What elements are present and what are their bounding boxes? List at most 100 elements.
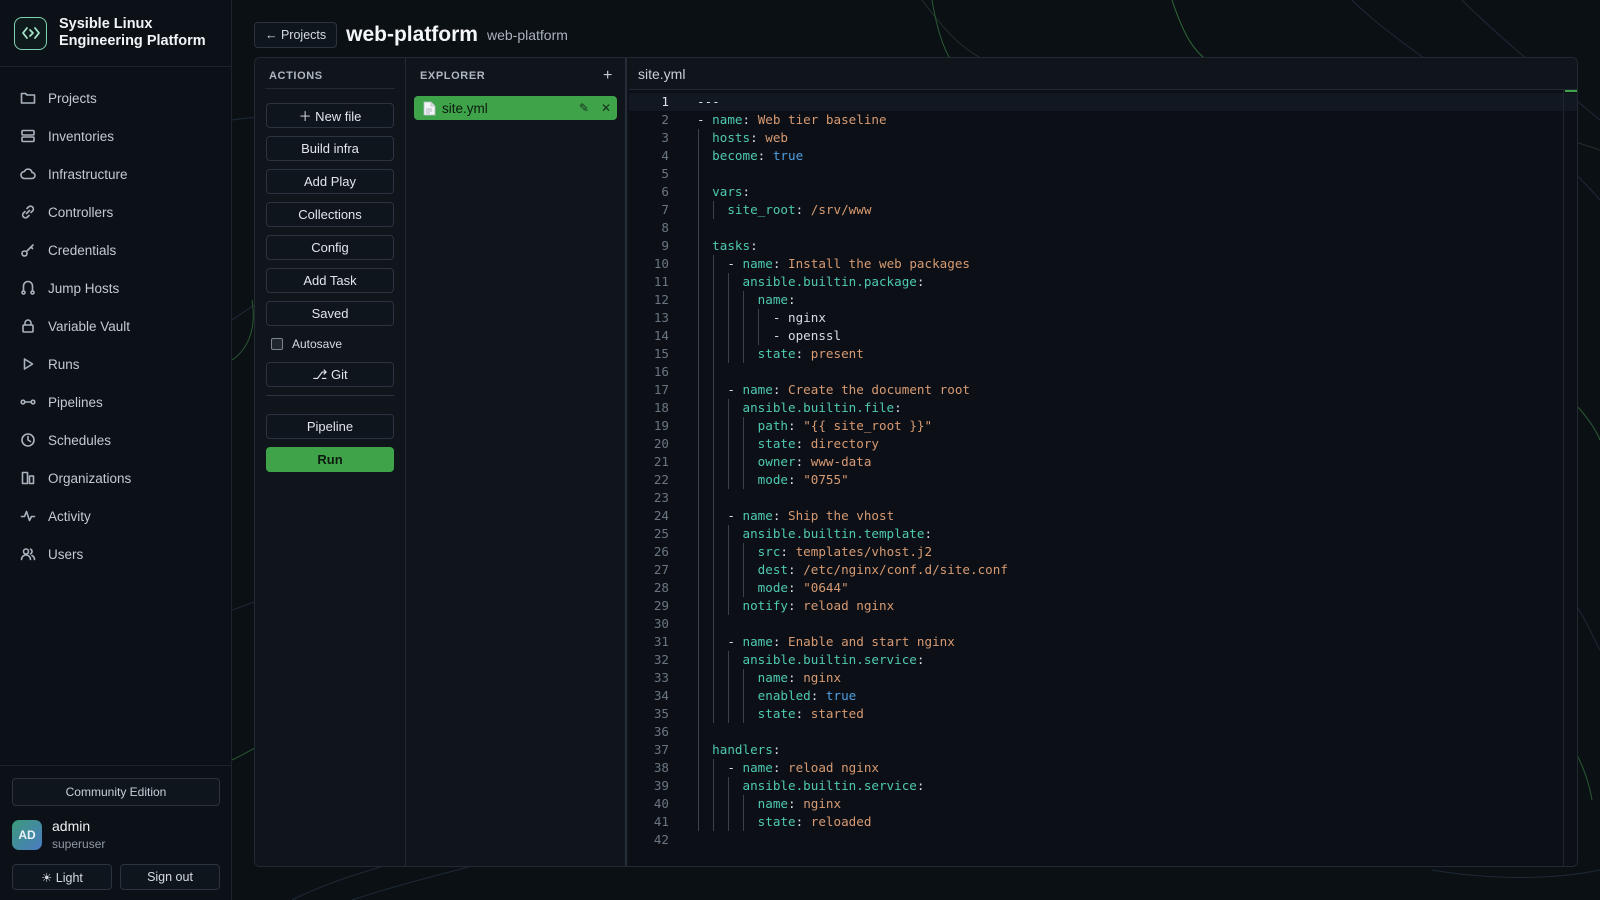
- code-line[interactable]: 32 ansible.builtin.service:: [629, 651, 1577, 669]
- code-line[interactable]: 28 mode: "0644": [629, 579, 1577, 597]
- code-line[interactable]: 8: [629, 219, 1577, 237]
- brand-title: Sysible Linux Engineering Platform: [59, 16, 206, 49]
- code-line[interactable]: 4 become: true: [629, 147, 1577, 165]
- code-line[interactable]: 9 tasks:: [629, 237, 1577, 255]
- line-number: 25: [653, 526, 669, 541]
- nav-item-pipelines[interactable]: Pipelines: [0, 383, 231, 421]
- code-line[interactable]: 17 - name: Create the document root: [629, 381, 1577, 399]
- close-file-icon[interactable]: ✕: [595, 101, 617, 115]
- autosave-checkbox[interactable]: [271, 338, 283, 350]
- indent-guide: [727, 561, 729, 579]
- code-line[interactable]: 15 state: present: [629, 345, 1577, 363]
- nav-item-credentials[interactable]: Credentials: [0, 231, 231, 269]
- code-line[interactable]: 6 vars:: [629, 183, 1577, 201]
- line-number: 33: [653, 670, 669, 685]
- code-line[interactable]: 5: [629, 165, 1577, 183]
- line-number: 22: [653, 472, 669, 487]
- indent-guide: [697, 327, 699, 345]
- code-line[interactable]: 14 - openssl: [629, 327, 1577, 345]
- nav-item-runs[interactable]: Runs: [0, 345, 231, 383]
- git-button[interactable]: ⎇ Git: [266, 362, 394, 387]
- code-line[interactable]: 16: [629, 363, 1577, 381]
- add-file-icon[interactable]: +: [603, 68, 613, 89]
- editor-tab[interactable]: site.yml: [629, 58, 1577, 90]
- nav-item-jump-hosts[interactable]: Jump Hosts: [0, 269, 231, 307]
- code-line[interactable]: 3 hosts: web: [629, 129, 1577, 147]
- code-line[interactable]: 1 ---: [629, 93, 1577, 111]
- indent-guide: [697, 255, 699, 273]
- code-line[interactable]: 25 ansible.builtin.template:: [629, 525, 1577, 543]
- code-line[interactable]: 21 owner: www-data: [629, 453, 1577, 471]
- nav-item-controllers[interactable]: Controllers: [0, 193, 231, 231]
- config-button[interactable]: Config: [266, 235, 394, 260]
- code-line[interactable]: 30: [629, 615, 1577, 633]
- code-line[interactable]: 42: [629, 831, 1577, 849]
- build-infra-button[interactable]: Build infra: [266, 136, 394, 161]
- code-line[interactable]: 37 handlers:: [629, 741, 1577, 759]
- code-line[interactable]: 18 ansible.builtin.file:: [629, 399, 1577, 417]
- code-line[interactable]: 13 - nginx: [629, 309, 1577, 327]
- indent-guide: [727, 579, 729, 597]
- add-task-button[interactable]: Add Task: [266, 268, 394, 293]
- code-line[interactable]: 24 - name: Ship the vhost: [629, 507, 1577, 525]
- nav-label: Credentials: [48, 242, 117, 258]
- code-line[interactable]: 23: [629, 489, 1577, 507]
- code-line[interactable]: 19 path: "{{ site_root }}": [629, 417, 1577, 435]
- code-line[interactable]: 29 notify: reload nginx: [629, 597, 1577, 615]
- code-line[interactable]: 11 ansible.builtin.package:: [629, 273, 1577, 291]
- sign-out-button[interactable]: Sign out: [120, 864, 220, 890]
- code-line[interactable]: 36: [629, 723, 1577, 741]
- actions-heading: ACTIONS: [265, 58, 395, 89]
- indent-guide: [697, 183, 699, 201]
- scroll-position-marker[interactable]: [1565, 90, 1577, 92]
- editor-scrollbar[interactable]: [1563, 90, 1577, 866]
- code-line[interactable]: 34 enabled: true: [629, 687, 1577, 705]
- nav-item-activity[interactable]: Activity: [0, 497, 231, 535]
- link-icon: [21, 205, 35, 219]
- nav-item-inventories[interactable]: Inventories: [0, 117, 231, 155]
- code-line[interactable]: 10 - name: Install the web packages: [629, 255, 1577, 273]
- nav-item-projects[interactable]: Projects: [0, 79, 231, 117]
- code-line[interactable]: 2 - name: Web tier baseline: [629, 111, 1577, 129]
- code-editor[interactable]: site.yml 1 --- 2 - name: Web tier baseline 3…: [629, 58, 1577, 866]
- code-line[interactable]: 20 state: directory: [629, 435, 1577, 453]
- pipeline-button[interactable]: Pipeline: [266, 414, 394, 439]
- indent-guide: [743, 327, 745, 345]
- code-line[interactable]: 35 state: started: [629, 705, 1577, 723]
- code-line[interactable]: 40 name: nginx: [629, 795, 1577, 813]
- code-line[interactable]: 22 mode: "0755": [629, 471, 1577, 489]
- code-line[interactable]: 38 - name: reload nginx: [629, 759, 1577, 777]
- saved-button[interactable]: Saved: [266, 301, 394, 326]
- indent-guide: [697, 165, 699, 183]
- add-play-button[interactable]: Add Play: [266, 169, 394, 194]
- nav-item-organizations[interactable]: Organizations: [0, 459, 231, 497]
- collections-button[interactable]: Collections: [266, 202, 394, 227]
- edition-badge[interactable]: Community Edition: [12, 778, 220, 806]
- indent-guide: [697, 705, 699, 723]
- brand[interactable]: Sysible Linux Engineering Platform: [0, 0, 231, 67]
- nav-item-infrastructure[interactable]: Infrastructure: [0, 155, 231, 193]
- code-line[interactable]: 33 name: nginx: [629, 669, 1577, 687]
- code-line[interactable]: 12 name:: [629, 291, 1577, 309]
- back-to-projects-button[interactable]: ← Projects: [254, 22, 338, 48]
- run-button[interactable]: Run: [266, 447, 394, 472]
- autosave-toggle[interactable]: Autosave: [271, 334, 394, 354]
- code-area[interactable]: 1 --- 2 - name: Web tier baseline 3 hosts: w…: [629, 90, 1577, 849]
- server-icon: [21, 129, 35, 143]
- rename-file-icon[interactable]: ✎: [573, 101, 595, 115]
- autosave-label: Autosave: [292, 337, 343, 351]
- code-line[interactable]: 41 state: reloaded: [629, 813, 1577, 831]
- code-line[interactable]: 26 src: templates/vhost.j2: [629, 543, 1577, 561]
- users-icon: [20, 548, 36, 561]
- code-line[interactable]: 31 - name: Enable and start nginx: [629, 633, 1577, 651]
- code-line[interactable]: 39 ansible.builtin.service:: [629, 777, 1577, 795]
- new-file-button[interactable]: ＋ New file: [266, 103, 394, 128]
- file-item-site-yml[interactable]: site.yml ✎ ✕: [414, 96, 617, 120]
- code-line[interactable]: 7 site_root: /srv/www: [629, 201, 1577, 219]
- cloud-icon: [20, 168, 36, 180]
- nav-item-variable-vault[interactable]: Variable Vault: [0, 307, 231, 345]
- code-line[interactable]: 27 dest: /etc/nginx/conf.d/site.conf: [629, 561, 1577, 579]
- theme-toggle-button[interactable]: ☀ Light: [12, 864, 112, 890]
- nav-item-schedules[interactable]: Schedules: [0, 421, 231, 459]
- nav-item-users[interactable]: Users: [0, 535, 231, 573]
